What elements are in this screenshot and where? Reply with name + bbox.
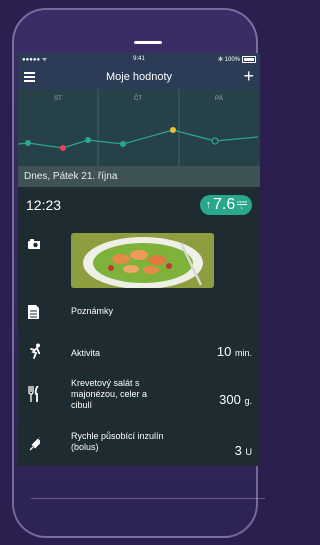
- nav-bar: Moje hodnoty +: [18, 65, 260, 89]
- running-icon: [30, 343, 40, 359]
- reading-point-selected: [211, 137, 219, 145]
- photo-row[interactable]: [18, 233, 260, 288]
- notes-label: Poznámky: [71, 306, 114, 316]
- reading-point: [85, 137, 91, 143]
- menu-icon[interactable]: [24, 72, 35, 84]
- trend-chart-svg: ST ČT PÁ: [18, 89, 259, 166]
- app-screen: ●●●●● ᯤ 9:41 ✻ 100% Moje hodnoty + ST ČT…: [18, 53, 260, 466]
- add-icon[interactable]: +: [243, 67, 254, 85]
- meal-unit: g.: [244, 396, 252, 406]
- meal-label: Krevetový salát s majonézou, celer a cib…: [71, 378, 148, 410]
- entry-time: 12:23: [26, 196, 62, 213]
- trend-line: [18, 129, 259, 149]
- glucose-value: 7.6: [212, 195, 236, 213]
- phone-speaker: [134, 41, 162, 44]
- date-header: Dnes, Pátek 21. října: [18, 166, 260, 187]
- insulin-label: Rychle působící inzulín (bolus): [71, 431, 164, 452]
- syringe-icon: [29, 437, 40, 451]
- salad-image: [71, 233, 214, 288]
- notes-icon: [28, 305, 39, 319]
- entry-time-row[interactable]: 12:23 ↑ 7.6 mmol L: [18, 187, 260, 222]
- reading-point-high: [170, 127, 176, 133]
- activity-amount: 10 min.: [217, 344, 252, 359]
- cutlery-icon: [28, 386, 39, 402]
- meal-row[interactable]: Krevetový salát s majonézou, celer a cib…: [18, 378, 260, 418]
- glucose-unit: mmol L: [237, 199, 247, 210]
- day-label-st: ST: [54, 96, 62, 102]
- insulin-unit: U: [245, 447, 253, 457]
- unit-denominator: L: [240, 205, 244, 210]
- battery-icon: [242, 55, 256, 63]
- insulin-value: 3: [234, 443, 242, 458]
- camera-icon: [28, 239, 40, 249]
- insulin-row[interactable]: Rychle působící inzulín (bolus) 3 U: [18, 431, 260, 461]
- meal-photo[interactable]: [71, 233, 214, 288]
- reading-point: [120, 141, 126, 147]
- reading-point: [25, 140, 31, 146]
- day-label-ct: ČT: [134, 95, 142, 102]
- day-label-pa: PÁ: [215, 95, 223, 102]
- notes-row[interactable]: Poznámky: [18, 303, 260, 323]
- activity-value: 10: [216, 344, 232, 359]
- reading-point-low: [60, 145, 66, 151]
- glucose-trend-chart[interactable]: ST ČT PÁ: [18, 89, 260, 166]
- meal-value: 300: [219, 392, 241, 407]
- home-area-divider: [31, 498, 265, 499]
- glucose-badge[interactable]: ↑ 7.6 mmol L: [200, 194, 252, 215]
- page-title: Moje hodnoty: [105, 71, 173, 83]
- meal-amount: 300 g.: [219, 392, 252, 407]
- activity-unit: min.: [234, 348, 252, 358]
- trend-up-icon: ↑: [205, 198, 211, 211]
- status-time: 9:41: [133, 56, 145, 62]
- status-bar: ●●●●● ᯤ 9:41 ✻ 100%: [18, 53, 260, 65]
- activity-row[interactable]: Aktivita 10 min.: [18, 341, 260, 363]
- insulin-amount: 3 U: [235, 443, 252, 458]
- activity-label: Aktivita: [71, 348, 101, 358]
